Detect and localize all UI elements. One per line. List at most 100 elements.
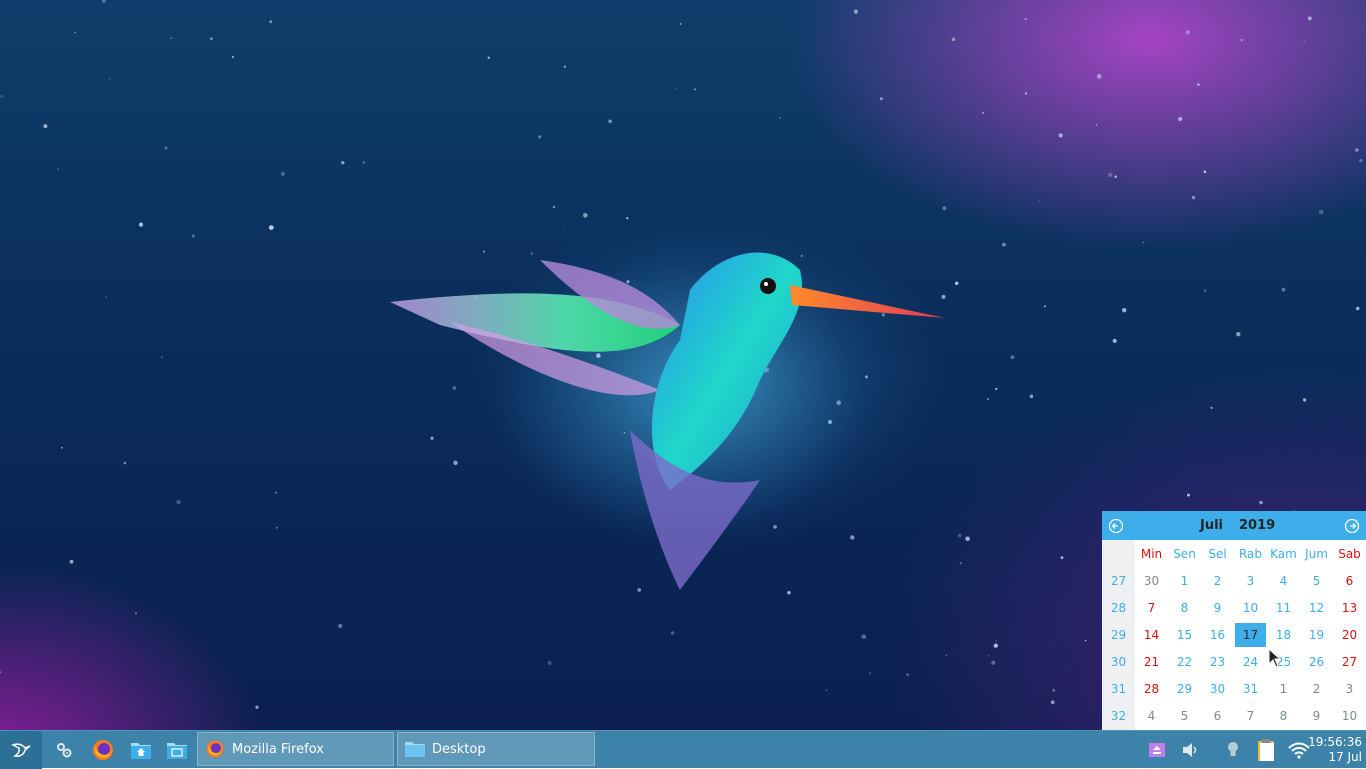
previous-month-icon[interactable] bbox=[1108, 518, 1124, 534]
home-folder-launcher[interactable] bbox=[124, 734, 158, 766]
calendar-day[interactable]: 8 bbox=[1169, 596, 1200, 620]
volume-tray[interactable] bbox=[1177, 737, 1203, 763]
calendar-day[interactable]: 19 bbox=[1301, 623, 1332, 647]
week-number: 29 bbox=[1110, 628, 1127, 642]
calendar-day[interactable]: 15 bbox=[1169, 623, 1200, 647]
calendar-day[interactable]: 27 bbox=[1334, 650, 1365, 674]
calendar-day[interactable]: 22 bbox=[1169, 650, 1200, 674]
calendar-day[interactable]: 16 bbox=[1202, 623, 1233, 647]
star-dot bbox=[191, 234, 195, 238]
star-dot bbox=[1355, 148, 1359, 152]
calendar-day[interactable]: 21 bbox=[1136, 650, 1167, 674]
star-dot bbox=[1095, 124, 1098, 126]
star-dot bbox=[134, 612, 138, 615]
calendar-day[interactable]: 3 bbox=[1334, 677, 1365, 701]
home-folder-icon bbox=[131, 743, 151, 759]
star-dot bbox=[626, 217, 629, 220]
removable-media-icon bbox=[1149, 743, 1165, 757]
task-desktop[interactable]: Desktop bbox=[397, 732, 595, 766]
star-dot bbox=[1197, 83, 1200, 86]
calendar-popup: Juli 2019 Min Sen Sel Rab Kam Jum Sab 27 30 1 2 3 4 5… bbox=[1102, 511, 1366, 730]
calendar-day[interactable]: 1 bbox=[1169, 569, 1200, 593]
star-dot bbox=[674, 88, 677, 90]
weekday-header: Kam bbox=[1270, 547, 1297, 561]
clipboard-tray[interactable] bbox=[1253, 737, 1279, 763]
file-manager-launcher[interactable] bbox=[160, 734, 194, 766]
firefox-icon bbox=[204, 738, 226, 760]
star-dot bbox=[69, 559, 74, 564]
week-number: 30 bbox=[1110, 655, 1127, 669]
calendar-year-label[interactable]: 2019 bbox=[1239, 518, 1275, 533]
star-dot bbox=[105, 296, 108, 298]
calendar-day[interactable]: 7 bbox=[1136, 596, 1167, 620]
calendar-day[interactable]: 30 bbox=[1202, 677, 1233, 701]
star-dot bbox=[1084, 639, 1087, 642]
calendar-month-label[interactable]: Juli bbox=[1200, 518, 1223, 533]
calendar-day[interactable]: 23 bbox=[1202, 650, 1233, 674]
task-firefox[interactable]: Mozilla Firefox bbox=[197, 732, 394, 766]
removable-media-tray[interactable] bbox=[1144, 737, 1170, 763]
star-dot bbox=[1010, 355, 1015, 360]
calendar-day[interactable]: 2 bbox=[1301, 677, 1332, 701]
star-dot bbox=[853, 9, 859, 14]
firefox-launcher[interactable] bbox=[86, 734, 120, 766]
calendar-day[interactable]: 9 bbox=[1301, 704, 1332, 728]
night-color-tray[interactable] bbox=[1220, 737, 1246, 763]
calendar-day[interactable]: 7 bbox=[1235, 704, 1266, 728]
calendar-day[interactable]: 4 bbox=[1268, 569, 1299, 593]
folder-icon bbox=[404, 738, 426, 760]
star-dot bbox=[1240, 38, 1243, 42]
calendar-day[interactable]: 6 bbox=[1202, 704, 1233, 728]
calendar-day[interactable]: 5 bbox=[1169, 704, 1200, 728]
hummingbird-logo-icon bbox=[11, 743, 31, 757]
star-dot bbox=[1002, 242, 1006, 247]
calendar-day[interactable]: 20 bbox=[1334, 623, 1365, 647]
calendar-day[interactable]: 31 bbox=[1235, 677, 1266, 701]
star-dot bbox=[1114, 175, 1117, 178]
star-dot bbox=[487, 56, 490, 59]
star-dot bbox=[1050, 700, 1055, 705]
calendar-day[interactable]: 2 bbox=[1202, 569, 1233, 593]
star-dot bbox=[170, 37, 172, 39]
star-dot bbox=[231, 55, 234, 59]
calendar-day[interactable]: 13 bbox=[1334, 596, 1365, 620]
calendar-day[interactable]: 6 bbox=[1334, 569, 1365, 593]
calendar-day-today[interactable]: 17 bbox=[1235, 623, 1266, 647]
calendar-day[interactable]: 5 bbox=[1301, 569, 1332, 593]
application-menu-button[interactable] bbox=[0, 731, 42, 769]
mouse-pointer-icon bbox=[1268, 648, 1282, 668]
calendar-day[interactable]: 4 bbox=[1136, 704, 1167, 728]
calendar-day[interactable]: 3 bbox=[1235, 569, 1266, 593]
calendar-day[interactable]: 14 bbox=[1136, 623, 1167, 647]
calendar-day[interactable]: 28 bbox=[1136, 677, 1167, 701]
calendar-day[interactable]: 26 bbox=[1301, 650, 1332, 674]
calendar-day[interactable]: 18 bbox=[1268, 623, 1299, 647]
star-dot bbox=[1122, 308, 1127, 313]
week-number: 31 bbox=[1110, 682, 1127, 696]
calendar-day[interactable]: 10 bbox=[1235, 596, 1266, 620]
star-dot bbox=[338, 623, 343, 629]
star-dot bbox=[995, 387, 998, 391]
star-dot bbox=[1302, 398, 1307, 402]
system-settings-icon bbox=[57, 743, 72, 758]
calendar-day[interactable]: 8 bbox=[1268, 704, 1299, 728]
calendar-day[interactable]: 1 bbox=[1268, 677, 1299, 701]
calendar-day[interactable]: 12 bbox=[1301, 596, 1332, 620]
digital-clock[interactable]: 19:56:36 17 Jul bbox=[1308, 735, 1362, 765]
star-dot bbox=[1307, 16, 1312, 21]
calendar-day[interactable]: 10 bbox=[1334, 704, 1365, 728]
calendar-day[interactable]: 24 bbox=[1235, 650, 1266, 674]
star-dot bbox=[1185, 30, 1190, 35]
calendar-day[interactable]: 29 bbox=[1169, 677, 1200, 701]
system-settings-launcher[interactable] bbox=[47, 734, 81, 766]
star-dot bbox=[547, 661, 552, 665]
star-dot bbox=[1178, 116, 1183, 122]
star-dot bbox=[61, 446, 63, 449]
star-dot bbox=[670, 631, 675, 635]
calendar-day[interactable]: 11 bbox=[1268, 596, 1299, 620]
star-dot bbox=[1236, 332, 1241, 337]
calendar-day[interactable]: 30 bbox=[1136, 569, 1167, 593]
next-month-icon[interactable] bbox=[1344, 518, 1360, 534]
calendar-day[interactable]: 9 bbox=[1202, 596, 1233, 620]
star-dot bbox=[43, 124, 48, 129]
